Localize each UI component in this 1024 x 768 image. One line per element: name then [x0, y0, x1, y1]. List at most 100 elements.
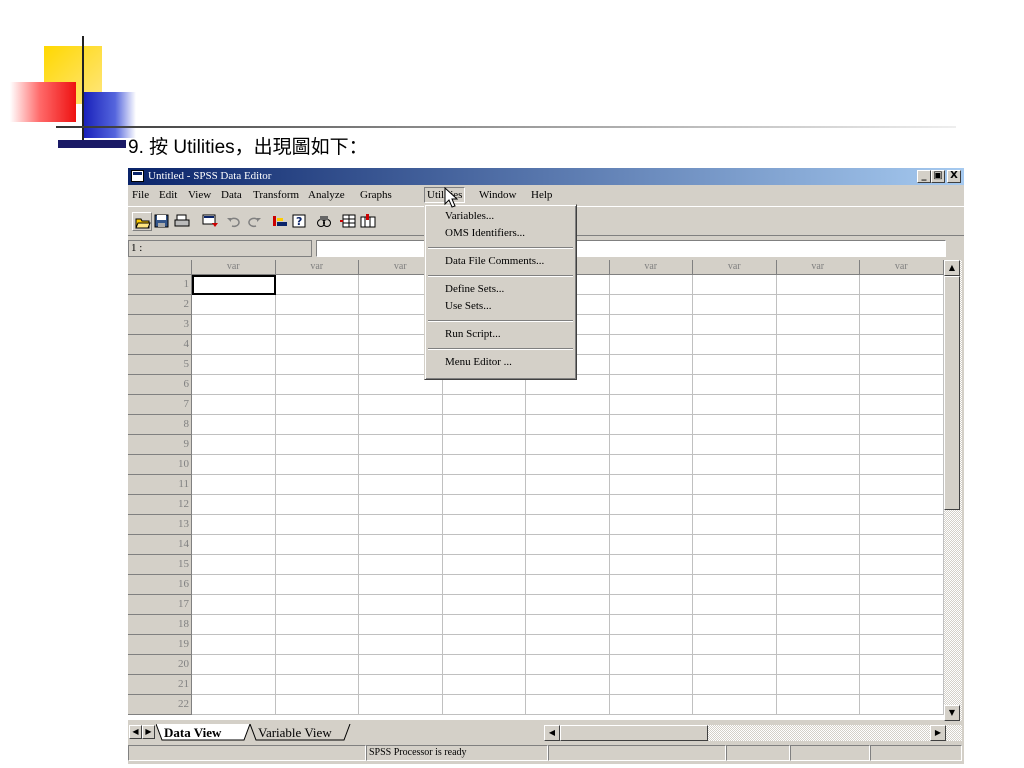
data-cell[interactable] [693, 275, 777, 295]
column-header[interactable]: var [275, 260, 359, 275]
row-header[interactable]: 1 [128, 275, 192, 295]
data-cell[interactable] [442, 595, 526, 615]
data-cell[interactable] [192, 355, 276, 375]
data-cell[interactable] [609, 415, 693, 435]
data-cell[interactable] [860, 455, 944, 475]
data-cell[interactable] [442, 395, 526, 415]
data-cell[interactable] [526, 415, 610, 435]
row-header[interactable]: 13 [128, 515, 192, 535]
menu-view[interactable]: View [188, 189, 211, 201]
data-cell[interactable] [860, 535, 944, 555]
data-cell[interactable] [192, 575, 276, 595]
data-cell[interactable] [192, 695, 276, 715]
data-cell[interactable] [442, 435, 526, 455]
data-cell[interactable] [776, 395, 860, 415]
row-header[interactable]: 8 [128, 415, 192, 435]
data-cell[interactable] [359, 555, 443, 575]
data-cell[interactable] [693, 615, 777, 635]
data-cell[interactable] [776, 415, 860, 435]
data-cell[interactable] [776, 655, 860, 675]
data-cell[interactable] [275, 295, 359, 315]
data-cell[interactable] [609, 435, 693, 455]
data-cell[interactable] [609, 555, 693, 575]
data-cell[interactable] [275, 375, 359, 395]
data-cell[interactable] [693, 655, 777, 675]
data-cell[interactable] [275, 595, 359, 615]
data-cell[interactable] [776, 695, 860, 715]
data-cell[interactable] [776, 435, 860, 455]
row-header[interactable]: 9 [128, 435, 192, 455]
data-cell[interactable] [192, 655, 276, 675]
data-cell[interactable] [526, 635, 610, 655]
data-cell[interactable] [275, 315, 359, 335]
data-cell[interactable] [275, 275, 359, 295]
data-cell[interactable] [693, 495, 777, 515]
data-cell[interactable] [275, 455, 359, 475]
data-cell[interactable] [359, 495, 443, 515]
menu-item-run-script[interactable]: Run Script... [445, 328, 501, 340]
data-cell[interactable] [776, 495, 860, 515]
column-header[interactable]: var [693, 260, 777, 275]
data-cell[interactable] [526, 535, 610, 555]
data-cell[interactable] [776, 635, 860, 655]
data-cell[interactable] [359, 675, 443, 695]
data-cell[interactable] [860, 415, 944, 435]
scroll-right-icon[interactable]: ▶ [930, 725, 946, 741]
data-cell[interactable] [359, 415, 443, 435]
data-cell[interactable] [359, 395, 443, 415]
row-header[interactable]: 12 [128, 495, 192, 515]
data-cell[interactable] [776, 335, 860, 355]
data-cell[interactable] [609, 315, 693, 335]
data-cell[interactable] [609, 455, 693, 475]
data-cell[interactable] [275, 395, 359, 415]
data-cell[interactable] [860, 695, 944, 715]
data-cell[interactable] [693, 515, 777, 535]
data-cell[interactable] [275, 435, 359, 455]
row-header[interactable]: 11 [128, 475, 192, 495]
data-cell[interactable] [693, 635, 777, 655]
data-cell[interactable] [275, 335, 359, 355]
data-cell[interactable] [275, 575, 359, 595]
column-header[interactable]: var [776, 260, 860, 275]
menu-item-oms-identifiers[interactable]: OMS Identifiers... [445, 227, 525, 239]
data-cell[interactable] [776, 535, 860, 555]
data-cell[interactable] [192, 675, 276, 695]
data-cell[interactable] [860, 575, 944, 595]
data-cell[interactable] [359, 435, 443, 455]
data-cell[interactable] [526, 695, 610, 715]
data-cell[interactable] [275, 675, 359, 695]
row-header[interactable]: 20 [128, 655, 192, 675]
data-cell[interactable] [275, 655, 359, 675]
data-cell[interactable] [776, 295, 860, 315]
menu-file[interactable]: File [132, 189, 149, 201]
data-cell[interactable] [442, 495, 526, 515]
scroll-left-icon[interactable]: ◀ [544, 725, 560, 741]
data-cell[interactable] [192, 335, 276, 355]
data-cell[interactable] [860, 655, 944, 675]
row-header[interactable]: 6 [128, 375, 192, 395]
restore-button[interactable]: ▣ [931, 170, 945, 183]
data-cell[interactable] [860, 395, 944, 415]
menu-edit[interactable]: Edit [159, 189, 177, 201]
data-cell[interactable] [609, 395, 693, 415]
grid-corner[interactable] [128, 260, 192, 275]
data-cell[interactable] [192, 455, 276, 475]
data-cell[interactable] [442, 675, 526, 695]
data-cell[interactable] [776, 455, 860, 475]
data-cell[interactable] [609, 655, 693, 675]
menu-window[interactable]: Window [479, 189, 516, 201]
data-cell[interactable] [526, 475, 610, 495]
cell-value-input[interactable] [316, 240, 946, 257]
data-cell[interactable] [693, 415, 777, 435]
data-cell[interactable] [609, 515, 693, 535]
data-cell[interactable] [442, 575, 526, 595]
data-cell[interactable] [526, 575, 610, 595]
data-cell[interactable] [776, 315, 860, 335]
menu-transform[interactable]: Transform [253, 189, 299, 201]
data-cell[interactable] [359, 475, 443, 495]
row-header[interactable]: 5 [128, 355, 192, 375]
horizontal-scrollbar[interactable]: ◀ ▶ [544, 725, 962, 741]
data-cell[interactable] [359, 615, 443, 635]
tab-scroll-right-icon[interactable]: ▶ [142, 725, 155, 739]
data-cell[interactable] [776, 675, 860, 695]
